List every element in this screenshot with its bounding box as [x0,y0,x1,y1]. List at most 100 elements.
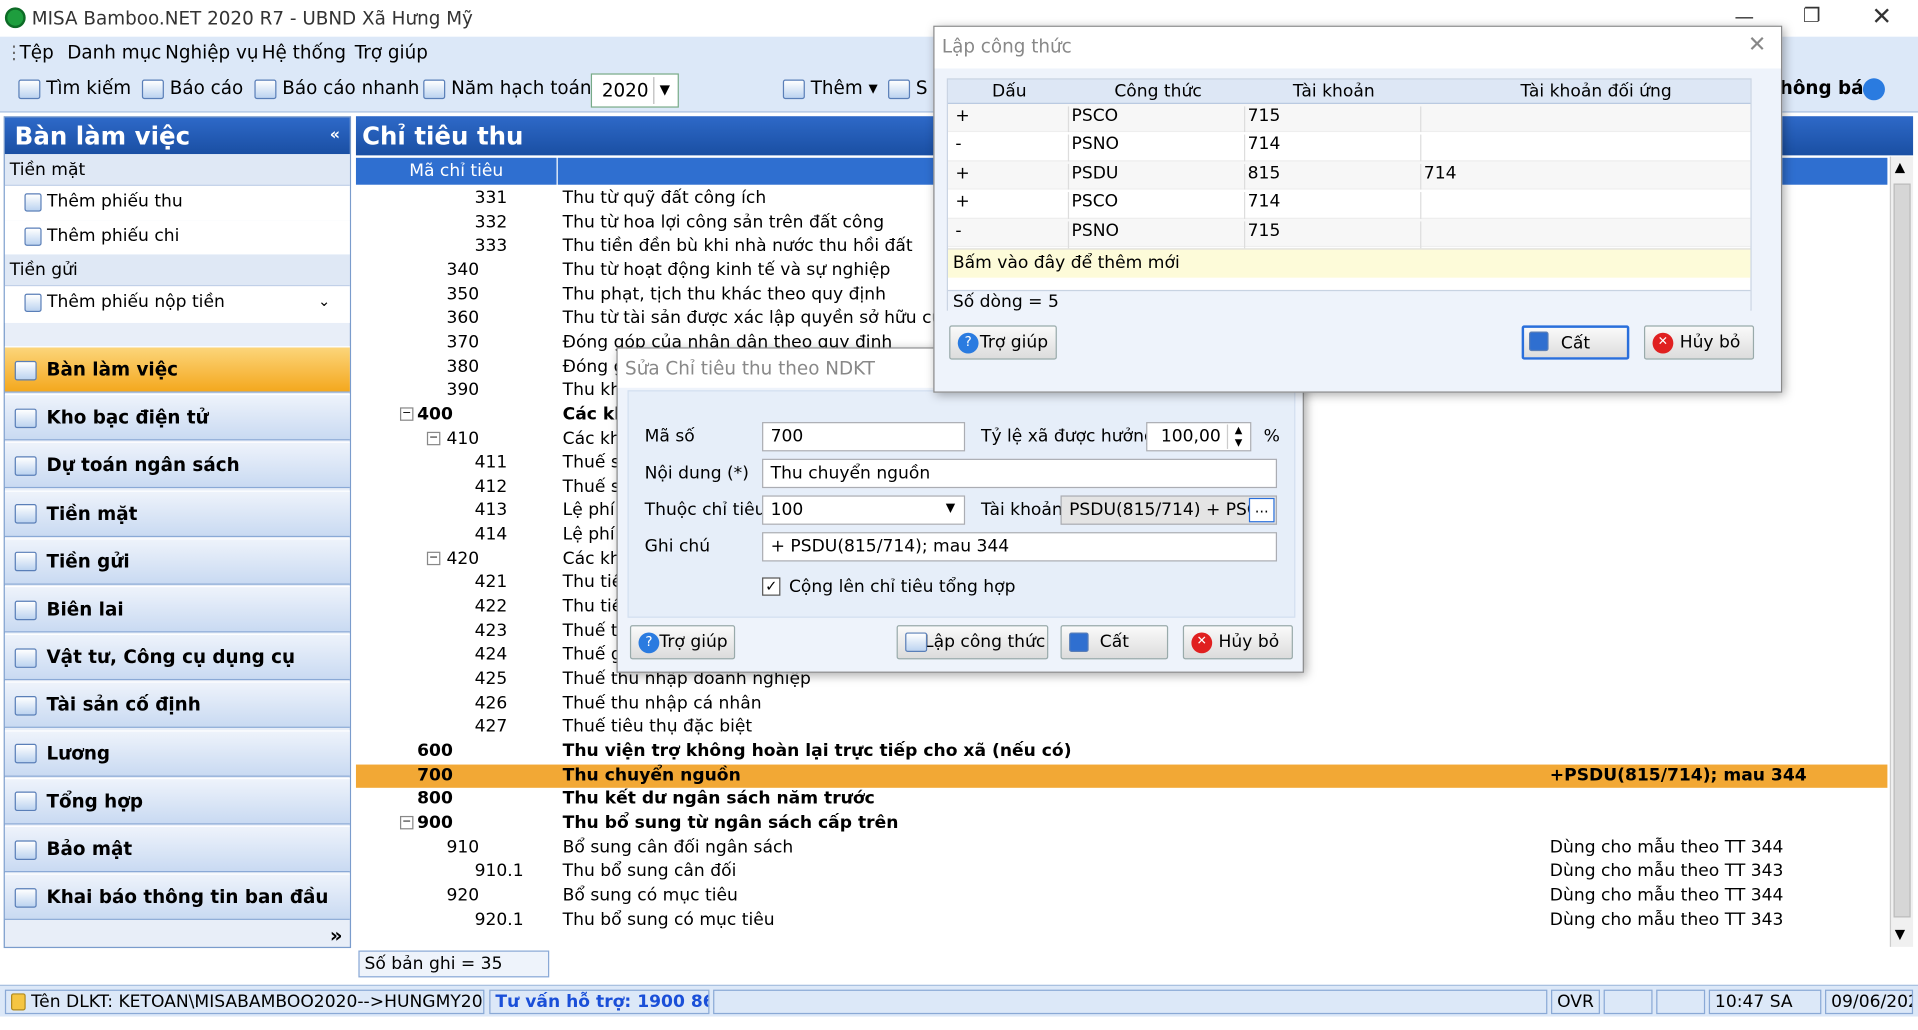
sum-checkbox[interactable]: ✓ [762,577,781,596]
help-button[interactable]: ? Trợ giúp [629,625,736,660]
vertical-scrollbar[interactable]: ▲ ▼ [1889,156,1914,947]
ovr-indicator: OVR [1551,989,1600,1015]
col-contra-header[interactable]: Tài khoản đối ứng [1520,82,1671,102]
record-count: Số bản ghi = 35 [358,950,550,978]
quick-report-button[interactable]: Báo cáo nhanh [254,77,419,99]
nav-more-icon[interactable]: » [330,924,343,947]
nav-desk[interactable]: Bàn làm việc [4,346,350,393]
status-time: 10:47 SA [1708,989,1822,1015]
table-row[interactable]: 600 Thu viện trợ không hoàn lại trực tiếp… [356,740,1887,764]
menu-file[interactable]: Tệp [20,42,54,64]
save-button[interactable]: Cất [1060,625,1169,660]
collapse-toggle[interactable]: − [399,815,414,830]
menu-help[interactable]: Trợ giúp [355,42,428,64]
nav-treasury[interactable]: Kho bạc điện tử [4,394,350,441]
table-row[interactable]: 910.1 Thu bổ sung cân đối Dùng cho mẫu the… [356,860,1887,884]
table-row[interactable]: 910 Bổ sung cân đối ngân sách Dùng cho mẫu… [356,836,1887,860]
row-note: +PSDU(815/714); mau 344 [1549,765,1807,785]
nav-summary[interactable]: Tổng hợp [4,777,350,825]
menu-operations[interactable]: Nghiệp vụ [165,42,258,64]
table-row[interactable]: 700 Thu chuyển nguồn +PSDU(815/714); mau 3… [355,764,1888,789]
s-button[interactable]: S [888,77,928,99]
support-hotline[interactable]: Tư vấn hỗ trợ: 1900 8677 [489,989,710,1015]
row-code: 700 [417,765,453,785]
formula-row[interactable]: + PSCO 715 [947,103,1751,134]
add-button[interactable]: Thêm ▾ [782,77,878,99]
ratio-stepper[interactable]: ▲ ▼ [1226,424,1249,449]
collapse-toggle[interactable]: − [426,551,441,565]
minimize-icon[interactable]: — [1734,5,1754,28]
nav-budget[interactable]: Dự toán ngân sách [4,442,350,489]
collapse-toggle[interactable]: − [426,431,441,445]
formula-row[interactable]: + PSCO 714 [947,189,1751,220]
account-browse-button[interactable]: ... [1248,497,1275,523]
scroll-up-icon[interactable]: ▲ [1895,159,1905,175]
add-icon [782,78,805,99]
nav-label: Bảo mật [46,837,133,860]
table-row[interactable]: 427 Thuế tiêu thụ đặc biệt [356,716,1887,740]
close-icon[interactable]: ✕ [1748,32,1766,58]
col-formula-header[interactable]: Công thức [1114,82,1201,102]
nav-salary[interactable]: Lương [4,729,350,777]
scroll-thumb[interactable] [1893,183,1911,918]
note-field[interactable]: + PSDU(815/714); mau 344 [762,532,1278,562]
formula-button[interactable]: Lập công thức [896,625,1049,660]
calendar-icon [423,78,446,99]
formula-row[interactable]: + PSDU 815 714 [947,161,1751,191]
col-account-header[interactable]: Tài khoản [1293,82,1375,102]
formula-row[interactable]: - PSNO 715 [947,218,1751,248]
table-row[interactable]: 800 Thu kết dư ngân sách năm trước [356,788,1887,812]
formula-save-button[interactable]: Cất [1521,325,1630,360]
nav-deposit[interactable]: Tiền gửi [4,538,350,585]
notice-button[interactable]: hông báo [1780,77,1885,101]
row-sign: + [955,163,970,184]
menu-catalog[interactable]: Danh mục [67,42,161,64]
code-field[interactable]: 700 [762,422,966,452]
row-code: 413 [474,500,508,521]
table-row[interactable]: 920 Bổ sung có mục tiêu Dùng cho mẫu theo … [356,884,1887,908]
row-name: Thu phạt, tịch thu khác theo quy định [562,284,886,305]
add-receipt-link[interactable]: Thêm phiếu thu [4,185,350,221]
col-sign-header[interactable]: Dấu [992,82,1027,102]
row-formula: PSNO [1067,135,1119,162]
nav-asset[interactable]: Tài sản cố định [4,681,350,729]
cancel-button[interactable]: ✕ Hủy bỏ [1182,625,1293,660]
formula-row[interactable]: - PSNO 714 [947,132,1751,162]
scroll-down-icon[interactable]: ▼ [1895,926,1905,942]
row-code: 425 [474,669,508,689]
restore-icon[interactable]: ❐ [1803,4,1821,27]
add-deposit-link[interactable]: Thêm phiếu nộp tiền ⌄ [4,286,350,323]
close-icon[interactable]: ✕ [1871,1,1892,30]
status-empty-2 [1603,989,1653,1015]
account-field[interactable]: PSDU(815/714) + PSCC [1060,495,1278,525]
nav-security[interactable]: Bảo mật [4,825,350,873]
collapse-icon[interactable]: « [330,126,340,144]
fiscal-year-select[interactable]: 2020 ▼ [590,73,679,108]
report-button[interactable]: Báo cáo [141,77,243,99]
add-payment-link[interactable]: Thêm phiếu chi [4,220,350,255]
nav-supplies[interactable]: Vật tư, Công cụ dụng cụ [4,633,350,681]
setup-icon [14,887,37,908]
menu-system[interactable]: Hệ thống [262,42,346,64]
table-row[interactable]: −900 Thu bổ sung từ ngân sách cấp trên [356,812,1887,836]
formula-help-button[interactable]: ? Trợ giúp [949,325,1057,360]
nav-setup[interactable]: Khai báo thông tin ban đầu [4,873,350,921]
report-icon [141,78,164,99]
table-row[interactable]: 920.1 Thu bổ sung có mục tiêu Dùng cho mẫu… [356,908,1887,932]
add-new-row[interactable]: Bấm vào đây để thêm mới [947,248,1751,278]
nav-receipt[interactable]: Biên lai [4,585,350,633]
parent-select[interactable]: 100 ▼ [762,495,966,525]
col-code-header[interactable]: Mã chỉ tiêu [355,157,557,185]
formula-cancel-button[interactable]: ✕ Hủy bỏ [1643,325,1755,360]
nav-label: Khai báo thông tin ban đầu [46,885,329,908]
table-row[interactable]: 426 Thuế thu nhập cá nhân [356,692,1887,716]
add-doc-icon [24,226,42,246]
content-field[interactable]: Thu chuyển nguồn [762,458,1278,489]
chevron-down-icon: ▼ [945,501,956,516]
nav-cash[interactable]: Tiền mặt [4,490,350,537]
chevron-down-icon[interactable]: ⌄ [318,292,330,309]
sidebar-group-cash[interactable]: Tiền mặt [4,154,350,186]
search-button[interactable]: Tìm kiếm [18,77,131,99]
collapse-toggle[interactable]: − [399,407,414,421]
sidebar-group-deposit[interactable]: Tiền gửi [4,254,350,287]
